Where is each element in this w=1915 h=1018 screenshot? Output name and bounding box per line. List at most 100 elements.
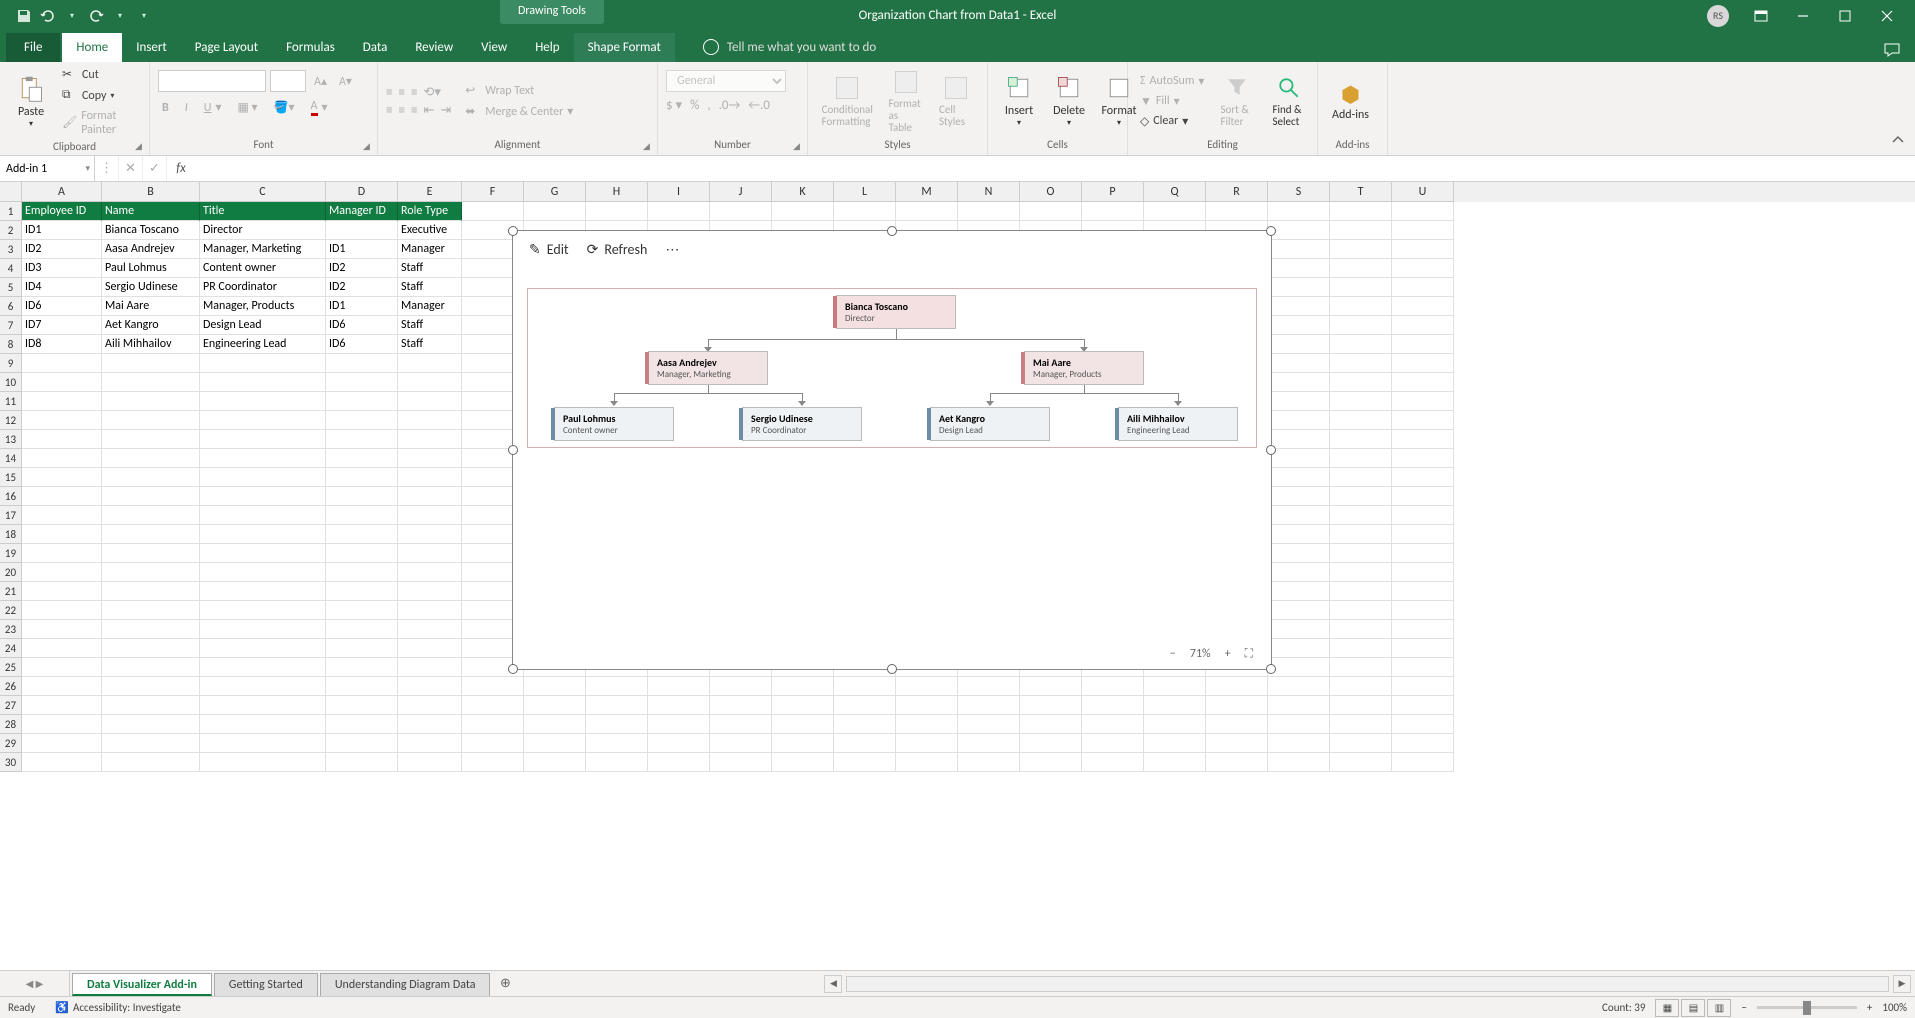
fx-icon[interactable]: fx [167,156,195,181]
row-header[interactable]: 12 [0,411,22,430]
cell[interactable] [1330,411,1392,430]
cell[interactable] [1330,753,1392,772]
row-header[interactable]: 21 [0,582,22,601]
cell[interactable] [1392,620,1454,639]
row-header[interactable]: 25 [0,658,22,677]
format-as-table-button[interactable]: Format as Table [882,66,929,136]
row-header[interactable]: 22 [0,601,22,620]
cell[interactable] [462,202,524,221]
cell[interactable]: Name [102,202,200,221]
cell[interactable] [1082,715,1144,734]
cell[interactable] [462,715,524,734]
cell[interactable] [326,677,398,696]
font-size-select[interactable] [270,70,306,92]
cell[interactable] [22,734,102,753]
cell[interactable] [326,601,398,620]
align-top-icon[interactable]: ≡ [386,85,392,100]
comma-icon[interactable]: , [707,98,710,113]
select-all-corner[interactable] [0,182,22,202]
cell[interactable] [102,430,200,449]
insert-function-dropdown[interactable]: ⋮ [95,156,119,181]
cell[interactable]: Content owner [200,259,326,278]
cell[interactable] [102,696,200,715]
cell[interactable]: Staff [398,259,462,278]
cell[interactable] [398,373,462,392]
cell[interactable] [1144,696,1206,715]
cell[interactable] [200,658,326,677]
cell[interactable] [102,677,200,696]
col-header[interactable]: J [710,182,772,202]
cell[interactable] [102,544,200,563]
row-header[interactable]: 1 [0,202,22,221]
addin-object[interactable]: ✎Edit ⟳Refresh ⋯ Bianca ToscanoDirector … [512,230,1272,670]
cell[interactable] [958,202,1020,221]
cell[interactable] [1268,202,1330,221]
cell[interactable]: ID6 [326,335,398,354]
cell[interactable] [896,753,958,772]
row-header[interactable]: 23 [0,620,22,639]
col-header[interactable]: A [22,182,102,202]
cell[interactable] [586,677,648,696]
cell[interactable] [1392,278,1454,297]
col-header[interactable]: D [326,182,398,202]
col-header[interactable]: G [524,182,586,202]
cell[interactable] [398,620,462,639]
merge-center-button[interactable]: ⬌Merge & Center ▾ [461,103,577,121]
cell[interactable] [22,620,102,639]
cell[interactable] [200,696,326,715]
cell[interactable] [200,468,326,487]
cell[interactable] [1020,202,1082,221]
cell[interactable] [200,506,326,525]
find-select-button[interactable]: Find & Select [1266,72,1312,130]
cell[interactable] [710,202,772,221]
cell[interactable] [200,430,326,449]
save-icon[interactable] [15,7,33,25]
cell[interactable] [958,677,1020,696]
border-button[interactable]: ▦ ▾ [234,99,262,116]
cell[interactable] [200,392,326,411]
row-header[interactable]: 26 [0,677,22,696]
cell[interactable]: Mai Aare [102,297,200,316]
cell[interactable] [102,639,200,658]
addin-zoom-out-button[interactable]: − [1170,647,1176,661]
cell[interactable] [958,696,1020,715]
cell[interactable] [22,449,102,468]
cell[interactable] [1268,601,1330,620]
cell[interactable] [102,658,200,677]
cell[interactable] [102,373,200,392]
cell[interactable] [398,715,462,734]
undo-icon[interactable] [39,7,57,25]
clear-button[interactable]: ◇Clear ▾ [1136,113,1208,130]
tab-help[interactable]: Help [521,33,573,62]
col-header[interactable]: T [1330,182,1392,202]
cell[interactable]: ID2 [22,240,102,259]
cell[interactable] [648,734,710,753]
cell[interactable] [1392,297,1454,316]
conditional-formatting-button[interactable]: Conditional Formatting [816,72,878,130]
accessibility-status[interactable]: ♿Accessibility: Investigate [55,1001,181,1014]
row-header[interactable]: 6 [0,297,22,316]
cell[interactable] [398,449,462,468]
cell[interactable] [22,411,102,430]
cell[interactable] [772,696,834,715]
row-header[interactable]: 11 [0,392,22,411]
cancel-formula-icon[interactable]: ✕ [119,156,143,181]
row-header[interactable]: 24 [0,639,22,658]
cell[interactable] [1330,506,1392,525]
paste-button[interactable]: Paste ▾ [8,73,54,131]
decrease-font-icon[interactable]: A▾ [335,73,356,90]
cell[interactable] [22,639,102,658]
cell[interactable]: Manager [398,240,462,259]
cell[interactable]: ID2 [326,259,398,278]
cell[interactable] [22,563,102,582]
cell[interactable] [1206,715,1268,734]
cell[interactable] [1268,373,1330,392]
cell[interactable] [1206,202,1268,221]
col-header[interactable]: N [958,182,1020,202]
cell[interactable] [462,753,524,772]
col-header[interactable]: R [1206,182,1268,202]
cell[interactable] [1082,677,1144,696]
cell[interactable]: ID1 [326,240,398,259]
addin-refresh-button[interactable]: ⟳Refresh [587,241,648,258]
cell[interactable] [1392,392,1454,411]
